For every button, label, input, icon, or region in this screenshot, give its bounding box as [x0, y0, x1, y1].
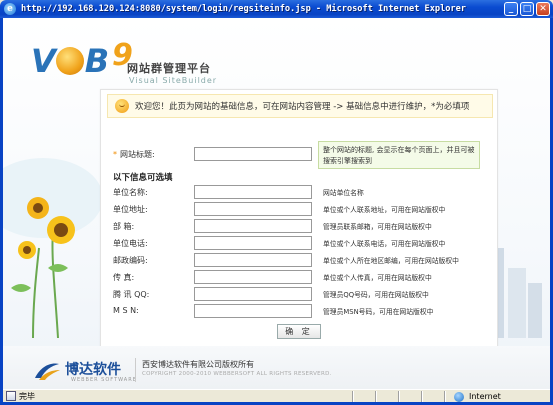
status-divider [421, 391, 423, 402]
logo-chinese-title: 网站群管理平台 [127, 62, 211, 75]
fax-hint: 单位或个人传真，可用在网站版权中 [323, 274, 432, 282]
msn-label: M S N: [113, 306, 139, 315]
browser-viewport: VB 9 网站群管理平台 Visual SiteBuilder 欢迎您！此页为网… [3, 18, 550, 389]
field-row-msn: M S N: 管理员MSN号码，可用在网站版权中 [101, 304, 499, 318]
welcome-notice: 欢迎您！此页为网站的基础信息，可在网站内容管理 -> 基础信息中进行维护，*为必… [107, 94, 493, 118]
status-divider [375, 391, 377, 402]
field-row-qq: 腾 讯 QQ: 管理员QQ号码，可用在网站版权中 [101, 287, 499, 301]
site-title-label: * 网站标题: [113, 150, 155, 159]
ie-icon: e [4, 3, 16, 15]
footer-copyright-en: COPYRIGHT 2000-2010 WEBBERSOFT ALL RIGHT… [142, 371, 332, 377]
field-row-unit-address: 单位地址: 单位或个人联系地址，可用在网站版权中 [101, 202, 499, 216]
unit-address-label: 单位地址: [113, 205, 148, 214]
phone-label: 单位电话: [113, 239, 148, 248]
vob9-logo-mark: VB [31, 42, 109, 80]
webber-logo: 博达软件 WEBBER SOFTWARE [33, 358, 136, 384]
postcode-hint: 单位或个人所在地区邮编，可用在网站版权中 [323, 257, 459, 265]
window-title: http://192.168.120.124:8080/system/login… [21, 4, 466, 14]
required-star: * [113, 150, 117, 159]
webber-swoosh-icon [35, 363, 60, 380]
welcome-notice-text: 欢迎您！此页为网站的基础信息，可在网站内容管理 -> 基础信息中进行维护，*为必… [135, 102, 470, 112]
qq-input[interactable] [194, 287, 312, 301]
postcode-label: 邮政编码: [113, 256, 148, 265]
sunflowers-decoration [3, 158, 103, 338]
phone-hint: 单位或个人联系电话，可用在网站版权中 [323, 240, 446, 248]
window-title-bar[interactable]: e http://192.168.120.124:8080/system/log… [0, 0, 553, 18]
security-zone[interactable]: Internet [454, 390, 501, 403]
status-bar: 完毕 Internet [3, 389, 550, 402]
submit-button[interactable]: 确 定 [277, 324, 321, 339]
minimize-button[interactable]: _ [504, 2, 518, 16]
email-input[interactable] [194, 219, 312, 233]
qq-label: 腾 讯 QQ: [113, 290, 150, 299]
field-row-phone: 单位电话: 单位或个人联系电话，可用在网站版权中 [101, 236, 499, 250]
qq-hint: 管理员QQ号码，可用在网站版权中 [323, 291, 429, 299]
msn-input[interactable] [194, 304, 312, 318]
unit-address-input[interactable] [194, 202, 312, 216]
status-divider [444, 391, 446, 402]
unit-name-input[interactable] [194, 185, 312, 199]
site-title-input[interactable] [194, 147, 312, 161]
postcode-input[interactable] [194, 253, 312, 267]
webber-logo-en: WEBBER SOFTWARE [71, 377, 137, 383]
status-divider [352, 391, 354, 402]
unit-address-hint: 单位或个人联系地址，可用在网站版权中 [323, 206, 446, 214]
fax-input[interactable] [194, 270, 312, 284]
maximize-button[interactable]: □ [520, 2, 534, 16]
unit-name-hint: 网站单位名称 [323, 189, 364, 197]
page-done-icon [6, 391, 16, 401]
field-row-unit-name: 单位名称: 网站单位名称 [101, 185, 499, 199]
email-hint: 管理员联系邮箱，可用在网站版权中 [323, 223, 432, 231]
site-title-hint: 整个网站的标题, 会显示在每个页面上，并且可被搜索引擎搜索到 [318, 141, 480, 169]
status-divider [398, 391, 400, 402]
footer-divider [135, 358, 136, 382]
fax-label: 传 真: [113, 273, 135, 282]
msn-hint: 管理员MSN号码，可用在网站版权中 [323, 308, 434, 316]
optional-section-title: 以下信息可选填 [113, 173, 173, 183]
field-row-email: 部 箱: 管理员联系邮箱，可用在网站版权中 [101, 219, 499, 233]
close-button[interactable]: ✕ [536, 2, 550, 16]
email-label: 部 箱: [113, 222, 135, 231]
unit-name-label: 单位名称: [113, 188, 148, 197]
status-text: 完毕 [19, 391, 35, 401]
footer-copyright-cn: 西安博达软件有限公司版权所有 [142, 360, 254, 369]
smiley-icon [115, 99, 129, 113]
field-row-fax: 传 真: 单位或个人传真，可用在网站版权中 [101, 270, 499, 284]
logo-english-title: Visual SiteBuilder [129, 76, 218, 85]
window-controls: _ □ ✕ [504, 2, 550, 16]
phone-input[interactable] [194, 236, 312, 250]
page-footer: 博达软件 WEBBER SOFTWARE 西安博达软件有限公司版权所有 COPY… [3, 346, 550, 389]
security-zone-label: Internet [469, 392, 501, 401]
internet-globe-icon [454, 391, 464, 402]
webber-logo-cn: 博达软件 [65, 362, 121, 378]
site-info-form-panel: 欢迎您！此页为网站的基础信息，可在网站内容管理 -> 基础信息中进行维护，*为必… [100, 89, 498, 355]
page-background: VB 9 网站群管理平台 Visual SiteBuilder 欢迎您！此页为网… [3, 18, 550, 389]
field-row-postcode: 邮政编码: 单位或个人所在地区邮编，可用在网站版权中 [101, 253, 499, 267]
logo-globe-icon [55, 47, 84, 75]
